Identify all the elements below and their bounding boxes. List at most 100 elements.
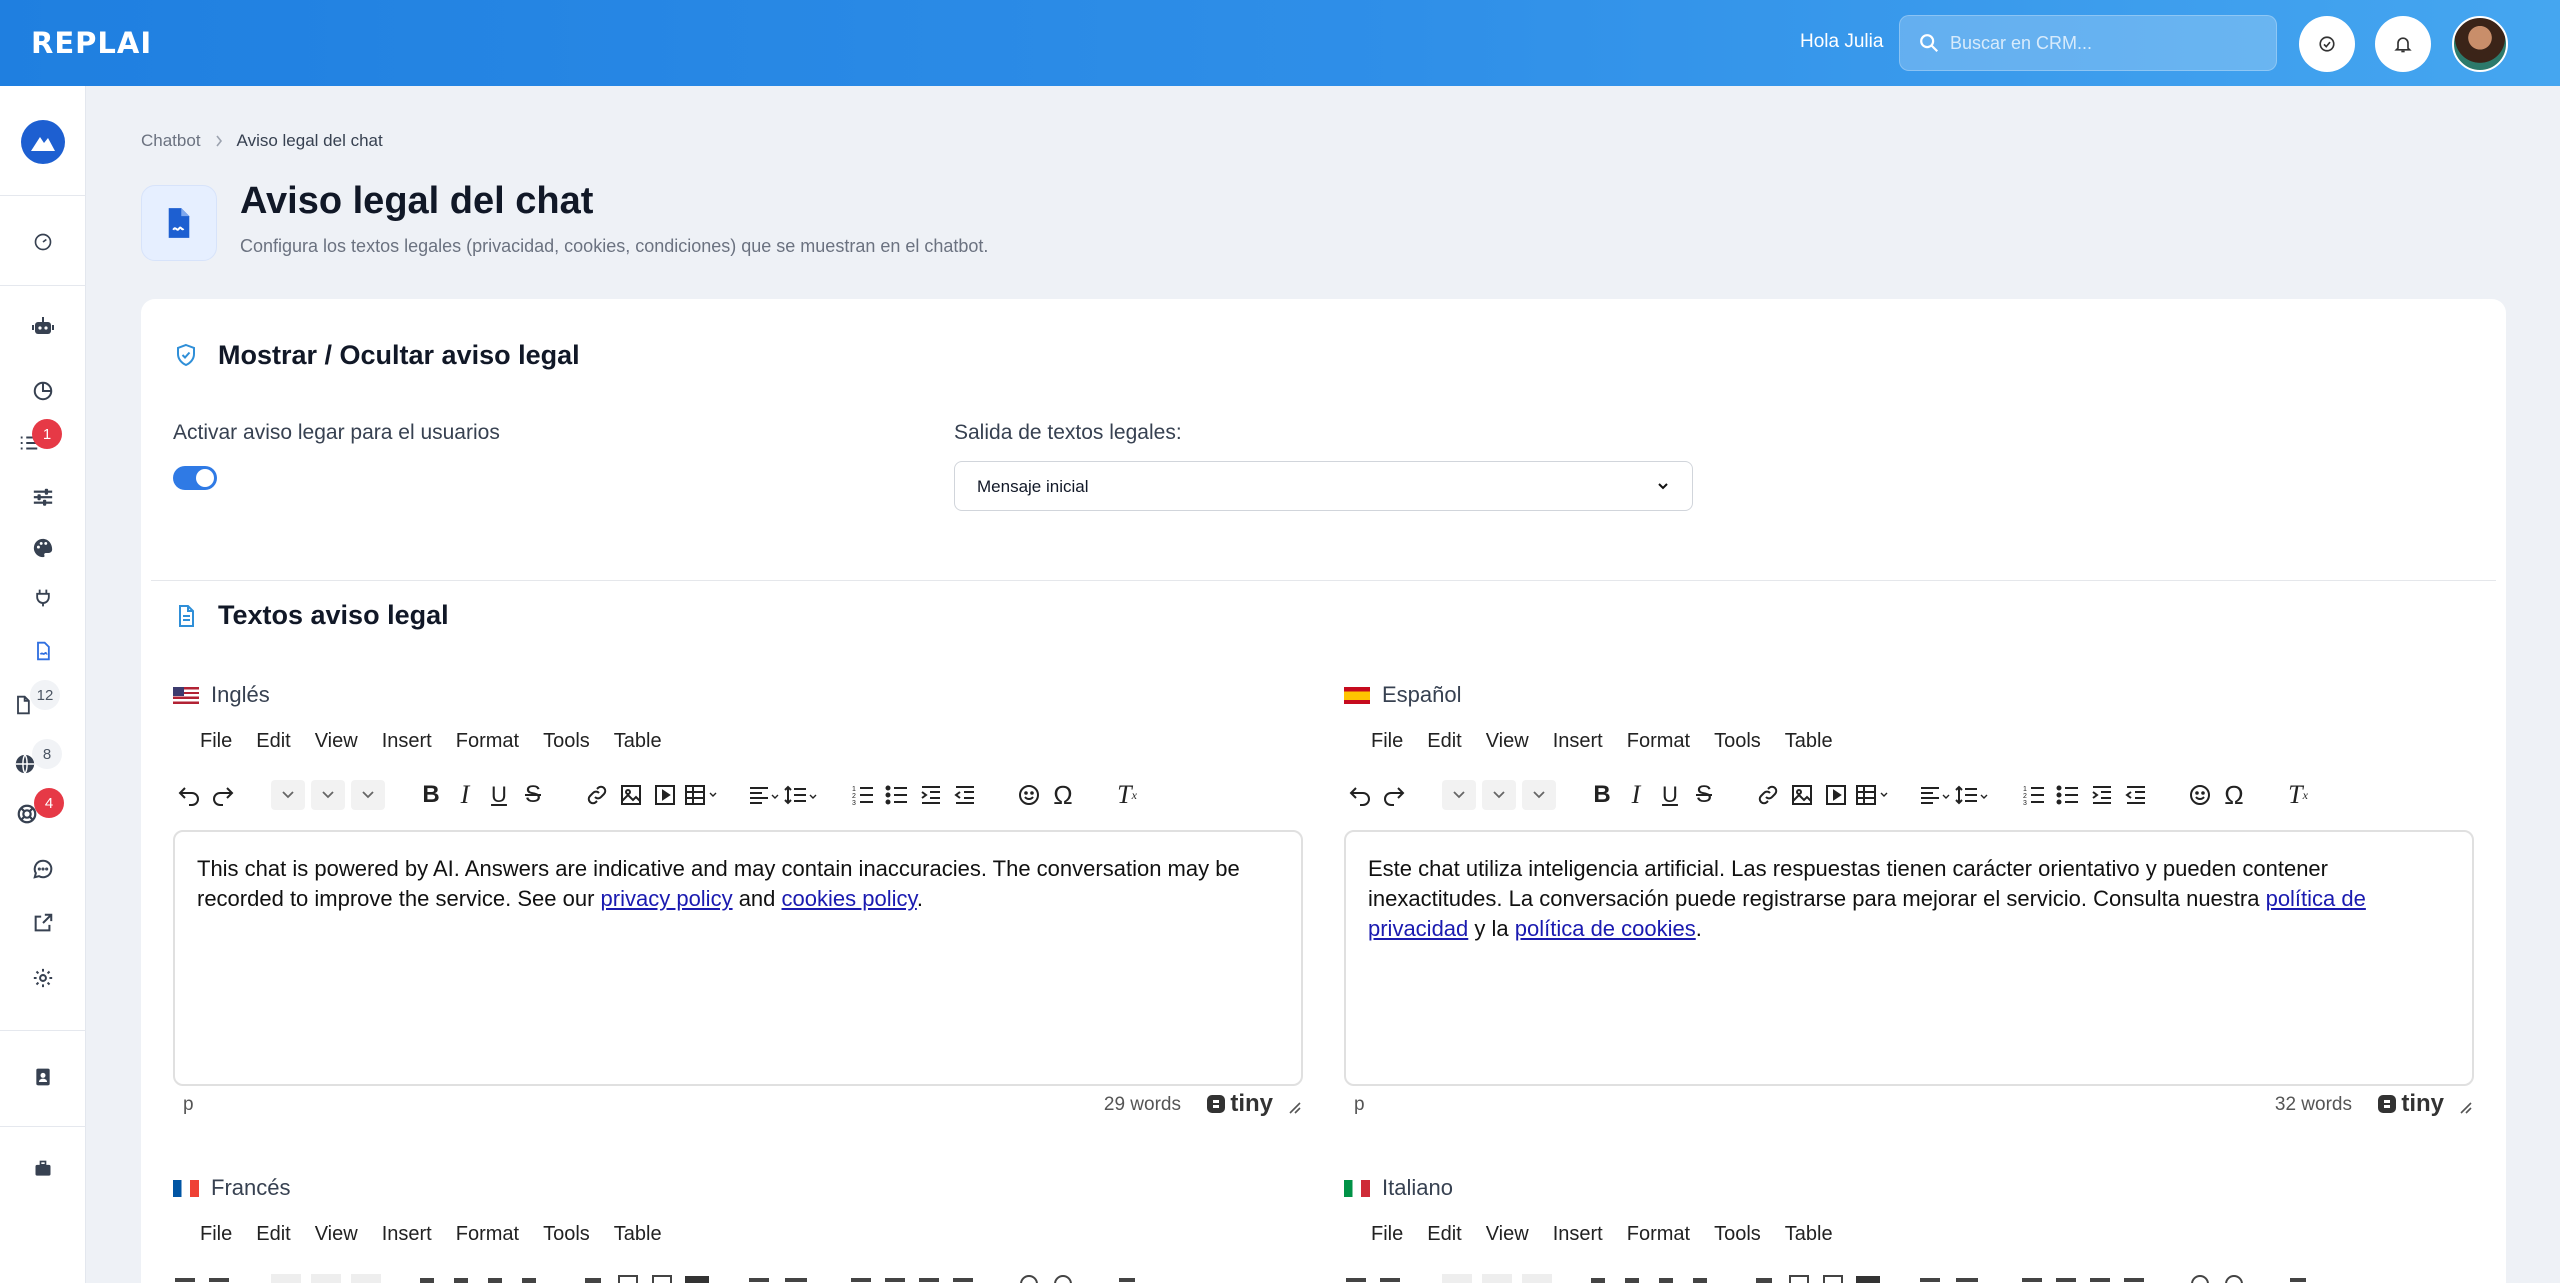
media-icon[interactable] (651, 781, 679, 809)
undo-icon[interactable] (1346, 781, 1374, 809)
app-logo[interactable]: REPLAI (31, 26, 152, 60)
numbered-list-icon[interactable]: 123 (2020, 781, 2048, 809)
menu-format[interactable]: Format (1627, 730, 1690, 753)
chevron-down-icon[interactable] (311, 780, 345, 810)
indent-icon[interactable] (917, 781, 945, 809)
sidebar-item-dashboard[interactable] (28, 227, 58, 257)
menu-tools[interactable]: Tools (1714, 1223, 1761, 1246)
editor-content-area[interactable]: This chat is powered by AI. Answers are … (173, 830, 1303, 1086)
strikethrough-icon[interactable]: S (1690, 781, 1718, 809)
menu-table[interactable]: Table (1785, 730, 1833, 753)
chevron-down-icon[interactable] (1522, 780, 1556, 810)
special-char-icon[interactable]: Ω (1049, 780, 1077, 810)
element-path[interactable]: p (1354, 1094, 1365, 1116)
line-height-icon[interactable] (783, 781, 819, 809)
menu-edit[interactable]: Edit (1427, 1223, 1461, 1246)
tiny-logo[interactable]: tiny (1206, 1090, 1273, 1118)
line-height-icon[interactable] (1954, 781, 1990, 809)
chevron-down-icon[interactable] (1442, 780, 1476, 810)
menu-file[interactable]: File (200, 730, 232, 753)
special-char-icon[interactable]: Ω (2220, 780, 2248, 810)
italic-icon[interactable]: I (451, 780, 479, 809)
menu-view[interactable]: View (315, 1223, 358, 1246)
underline-icon[interactable]: U (485, 781, 513, 809)
bullet-list-icon[interactable] (883, 781, 911, 809)
emoji-icon[interactable] (1015, 781, 1043, 809)
sidebar-item-contacts[interactable] (28, 1062, 58, 1092)
underline-icon[interactable]: U (1656, 781, 1684, 809)
sidebar-item-legal[interactable] (28, 636, 58, 666)
legal-notice-toggle[interactable] (173, 466, 217, 490)
search-input[interactable] (1950, 16, 2260, 70)
align-icon[interactable] (1918, 781, 1954, 809)
brand-mountain-icon[interactable] (21, 120, 65, 164)
align-icon[interactable] (747, 781, 783, 809)
tiny-logo[interactable]: tiny (2377, 1090, 2444, 1118)
menu-file[interactable]: File (200, 1223, 232, 1246)
privacy-policy-link[interactable]: privacy policy (601, 886, 733, 911)
output-select[interactable]: Mensaje inicial (954, 461, 1693, 511)
menu-file[interactable]: File (1371, 730, 1403, 753)
breadcrumb-parent[interactable]: Chatbot (141, 131, 201, 151)
menu-file[interactable]: File (1371, 1223, 1403, 1246)
menu-tools[interactable]: Tools (543, 730, 590, 753)
menu-format[interactable]: Format (456, 730, 519, 753)
outdent-icon[interactable] (2122, 781, 2150, 809)
menu-tools[interactable]: Tools (1714, 730, 1761, 753)
menu-insert[interactable]: Insert (382, 1223, 432, 1246)
menu-insert[interactable]: Insert (1553, 1223, 1603, 1246)
user-avatar[interactable] (2452, 16, 2508, 72)
editor-text[interactable]: Este chat utiliza inteligencia artificia… (1368, 854, 2450, 944)
menu-edit[interactable]: Edit (256, 730, 290, 753)
clear-formatting-icon[interactable]: Tx (2284, 780, 2312, 809)
sidebar-item-analytics[interactable] (28, 376, 58, 406)
menu-edit[interactable]: Edit (1427, 730, 1461, 753)
undo-icon[interactable] (175, 781, 203, 809)
link-icon[interactable] (583, 781, 611, 809)
outdent-icon[interactable] (951, 781, 979, 809)
menu-format[interactable]: Format (456, 1223, 519, 1246)
menu-table[interactable]: Table (1785, 1223, 1833, 1246)
bold-icon[interactable]: B (417, 781, 445, 809)
cookies-policy-link[interactable]: cookies policy (782, 886, 917, 911)
tasks-button[interactable] (2299, 16, 2355, 72)
menu-insert[interactable]: Insert (1553, 730, 1603, 753)
menu-table[interactable]: Table (614, 1223, 662, 1246)
sidebar-item-appearance[interactable] (28, 533, 58, 563)
emoji-icon[interactable] (2186, 781, 2214, 809)
italic-icon[interactable]: I (1622, 780, 1650, 809)
cookies-policy-link[interactable]: política de cookies (1515, 916, 1696, 941)
media-icon[interactable] (1822, 781, 1850, 809)
word-count[interactable]: 32 words (2275, 1094, 2352, 1116)
indent-icon[interactable] (2088, 781, 2116, 809)
chevron-down-icon[interactable] (1482, 780, 1516, 810)
menu-view[interactable]: View (1486, 730, 1529, 753)
sidebar-item-briefcase[interactable] (28, 1154, 58, 1184)
sidebar-item-bots[interactable] (28, 312, 58, 342)
resize-handle-icon[interactable] (1287, 1100, 1301, 1114)
resize-handle-icon[interactable] (2458, 1100, 2472, 1114)
chevron-down-icon[interactable] (271, 780, 305, 810)
bold-icon[interactable]: B (1588, 781, 1616, 809)
image-icon[interactable] (1788, 781, 1816, 809)
redo-icon[interactable] (209, 781, 237, 809)
image-icon[interactable] (617, 781, 645, 809)
strikethrough-icon[interactable]: S (519, 781, 547, 809)
editor-text[interactable]: This chat is powered by AI. Answers are … (197, 854, 1279, 914)
menu-tools[interactable]: Tools (543, 1223, 590, 1246)
redo-icon[interactable] (1380, 781, 1408, 809)
menu-table[interactable]: Table (614, 730, 662, 753)
sidebar-item-settings[interactable] (28, 963, 58, 993)
sidebar-item-chat[interactable] (28, 854, 58, 884)
chevron-down-icon[interactable] (351, 780, 385, 810)
notifications-button[interactable] (2375, 16, 2431, 72)
menu-view[interactable]: View (315, 730, 358, 753)
menu-view[interactable]: View (1486, 1223, 1529, 1246)
table-icon[interactable] (1854, 781, 1890, 809)
element-path[interactable]: p (183, 1094, 194, 1116)
menu-edit[interactable]: Edit (256, 1223, 290, 1246)
editor-content-area[interactable]: Este chat utiliza inteligencia artificia… (1344, 830, 2474, 1086)
word-count[interactable]: 29 words (1104, 1094, 1181, 1116)
numbered-list-icon[interactable]: 123 (849, 781, 877, 809)
search-box[interactable] (1899, 15, 2277, 71)
